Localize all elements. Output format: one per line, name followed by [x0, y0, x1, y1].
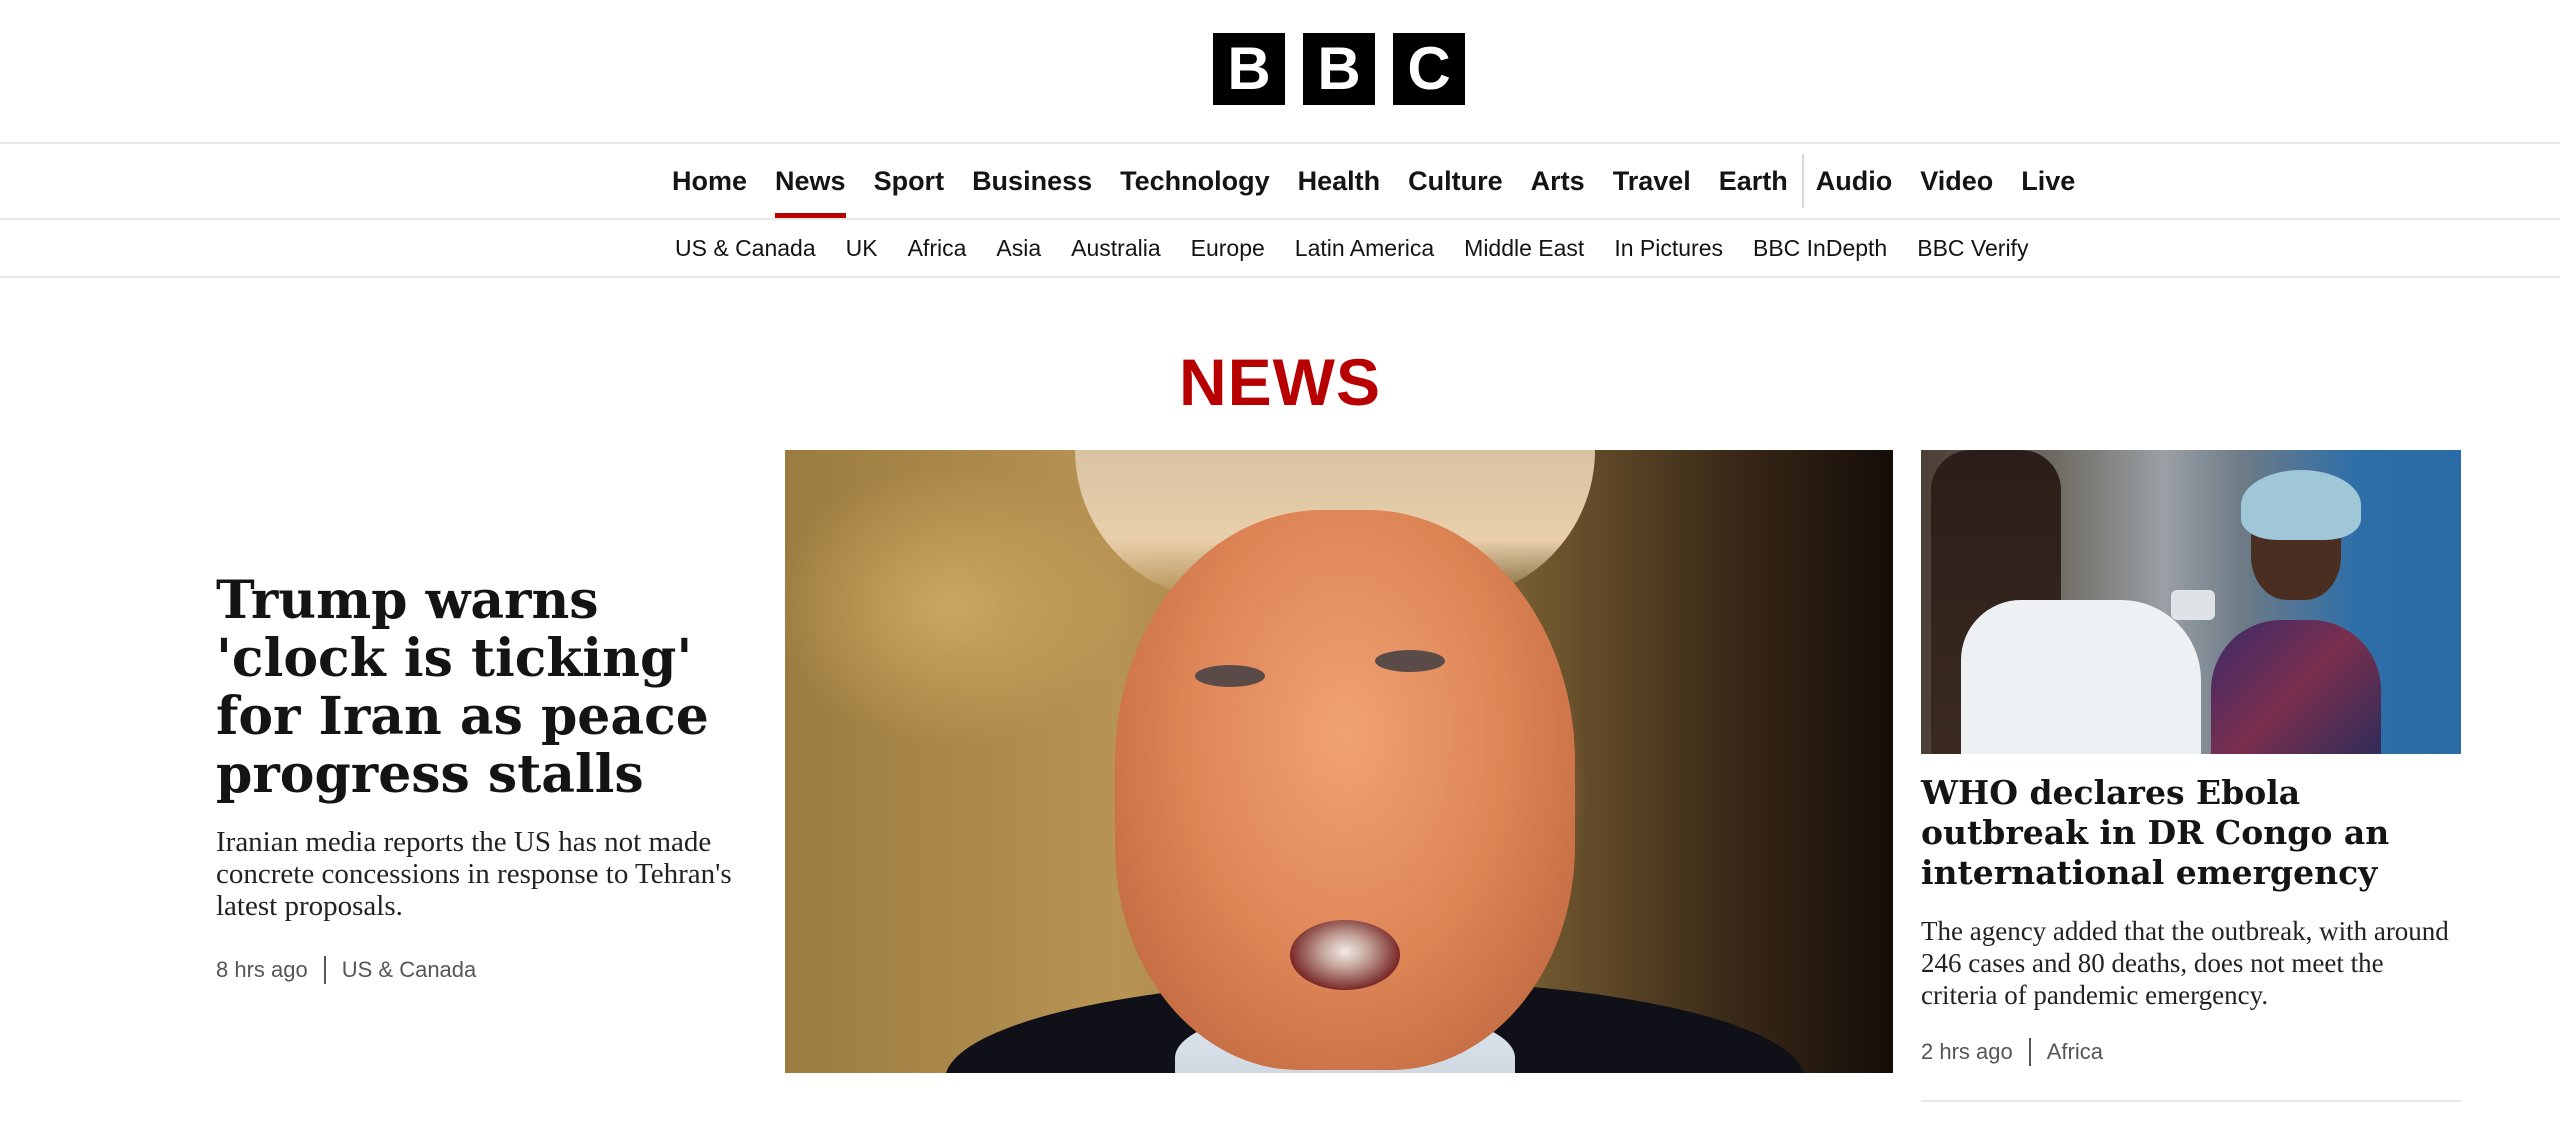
meta-separator [2028, 1038, 2031, 1066]
side-story-summary: The agency added that the outbreak, with… [1921, 916, 2449, 1010]
photo-mouth [1290, 920, 1400, 990]
subnav-item-us-canada[interactable]: US & Canada [660, 235, 831, 262]
nav-item-news[interactable]: News [761, 144, 860, 218]
section-title: NEWS [1179, 345, 1381, 420]
masthead: B B C [0, 0, 2560, 144]
nav-item-business[interactable]: Business [958, 144, 1106, 218]
lead-story-image[interactable] [785, 450, 1893, 1073]
logo-letter-b2: B [1303, 33, 1375, 105]
side-story: WHO declares Ebola outbreak in DR Congo … [1921, 773, 2461, 1066]
subnav-item-uk[interactable]: UK [831, 235, 893, 262]
subnav-item-bbc-indepth[interactable]: BBC InDepth [1738, 235, 1902, 262]
photo-headscarf [2241, 470, 2361, 540]
story-divider [1921, 1100, 2461, 1102]
photo-white-coat [1961, 600, 2201, 754]
logo-letter-b1: B [1213, 33, 1285, 105]
bbc-logo[interactable]: B B C [1213, 33, 1465, 105]
nav-item-video[interactable]: Video [1906, 144, 2007, 218]
subnav-item-bbc-verify[interactable]: BBC Verify [1902, 235, 2043, 262]
side-story-category[interactable]: Africa [2047, 1039, 2103, 1065]
nav-item-arts[interactable]: Arts [1517, 144, 1599, 218]
lead-story-meta: 8 hrs ago US & Canada [216, 956, 756, 984]
nav-item-earth[interactable]: Earth [1705, 144, 1802, 218]
nav-item-health[interactable]: Health [1284, 144, 1395, 218]
side-story-headline[interactable]: WHO declares Ebola outbreak in DR Congo … [1921, 773, 2461, 893]
meta-separator [323, 956, 326, 984]
subnav-item-latin-america[interactable]: Latin America [1280, 235, 1449, 262]
logo-letter-c: C [1393, 33, 1465, 105]
nav-item-live[interactable]: Live [2007, 144, 2089, 218]
primary-nav: Home News Sport Business Technology Heal… [0, 144, 2560, 220]
side-story-image[interactable] [1921, 450, 2461, 754]
photo-thermometer [2171, 590, 2215, 620]
nav-item-travel[interactable]: Travel [1599, 144, 1705, 218]
side-story-timestamp: 2 hrs ago [1921, 1039, 2013, 1064]
nav-item-sport[interactable]: Sport [860, 144, 959, 218]
subnav-item-africa[interactable]: Africa [893, 235, 982, 262]
lead-story-headline[interactable]: Trump warns 'clock is ticking' for Iran … [216, 572, 756, 804]
subnav-item-europe[interactable]: Europe [1176, 235, 1280, 262]
nav-item-home[interactable]: Home [658, 144, 761, 218]
subnav-item-australia[interactable]: Australia [1056, 235, 1175, 262]
lead-story-category[interactable]: US & Canada [342, 957, 477, 983]
lead-story: Trump warns 'clock is ticking' for Iran … [216, 572, 756, 984]
lead-story-summary: Iranian media reports the US has not mad… [216, 826, 732, 922]
subnav-item-in-pictures[interactable]: In Pictures [1599, 235, 1738, 262]
secondary-nav: US & Canada UK Africa Asia Australia Eur… [0, 220, 2560, 278]
photo-eye-right [1375, 650, 1445, 672]
nav-item-technology[interactable]: Technology [1106, 144, 1284, 218]
nav-item-culture[interactable]: Culture [1394, 144, 1517, 218]
side-story-meta: 2 hrs ago Africa [1921, 1038, 2461, 1066]
nav-item-audio[interactable]: Audio [1801, 144, 1906, 218]
photo-dress [2211, 620, 2381, 754]
lead-story-timestamp: 8 hrs ago [216, 957, 308, 982]
photo-eye-left [1195, 665, 1265, 687]
subnav-item-middle-east[interactable]: Middle East [1449, 235, 1599, 262]
subnav-item-asia[interactable]: Asia [981, 235, 1056, 262]
